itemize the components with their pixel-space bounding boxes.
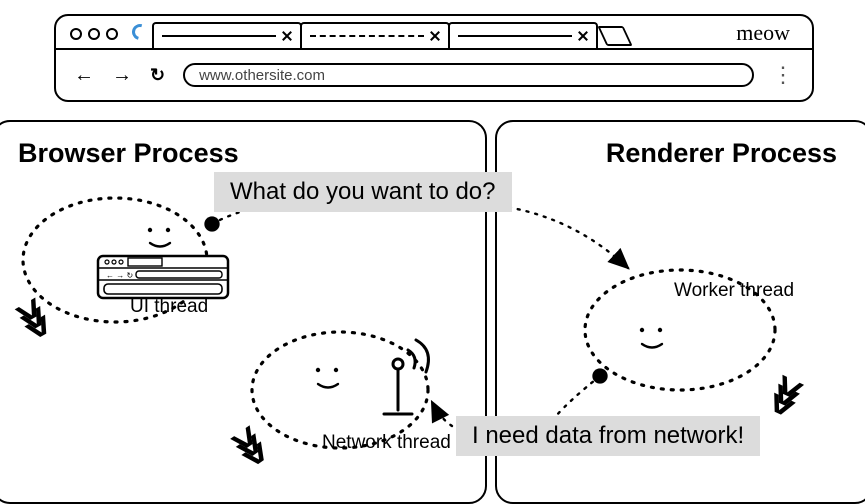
network-thread-label: Network thread: [322, 432, 451, 454]
window-dot-icon: [106, 28, 118, 40]
close-tab-icon[interactable]: [282, 31, 292, 41]
tab-strip: meow: [56, 16, 812, 50]
browser-window: meow ← → ↻ www.othersite.com ⋮: [54, 14, 814, 102]
window-dot-icon: [70, 28, 82, 40]
worker-thread-label: Worker thread: [674, 280, 794, 302]
ui-thread-label: UI thread: [130, 296, 208, 318]
browser-tab[interactable]: [448, 22, 598, 48]
menu-icon[interactable]: ⋮: [772, 71, 794, 80]
loading-spinner-icon: [129, 21, 151, 43]
reload-button[interactable]: ↻: [150, 65, 165, 86]
address-bar-url: www.othersite.com: [199, 67, 325, 84]
toolbar: ← → ↻ www.othersite.com ⋮: [56, 50, 812, 100]
back-button[interactable]: ←: [74, 64, 94, 87]
window-dot-icon: [88, 28, 100, 40]
process-title: Browser Process: [0, 122, 485, 169]
new-tab-button[interactable]: [597, 26, 632, 46]
window-controls: [70, 28, 118, 40]
process-title: Renderer Process: [497, 122, 865, 169]
browser-tab[interactable]: [300, 22, 450, 48]
speech-bubble-question: What do you want to do?: [214, 172, 512, 212]
close-tab-icon[interactable]: [578, 31, 588, 41]
forward-button[interactable]: →: [112, 64, 132, 87]
address-bar[interactable]: www.othersite.com: [183, 63, 754, 87]
browser-branding: meow: [736, 20, 790, 46]
close-tab-icon[interactable]: [430, 31, 440, 41]
speech-bubble-request: I need data from network!: [456, 416, 760, 456]
browser-tab[interactable]: [152, 22, 302, 48]
